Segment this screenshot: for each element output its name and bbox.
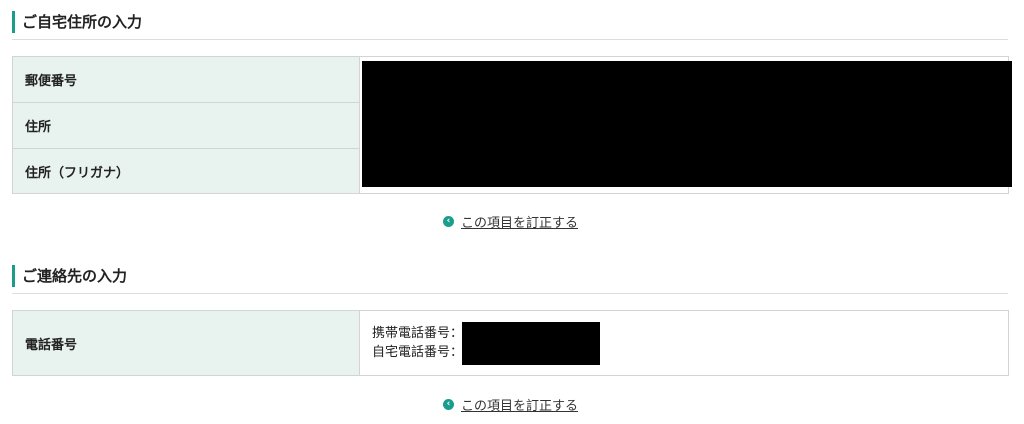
chevron-left-circle-icon: ‹ — [443, 399, 454, 410]
table-row: 電話番号 携帯電話番号： 自宅電話番号： — [12, 310, 1009, 376]
address-value-cell — [359, 56, 1012, 194]
address-correct-link-text[interactable]: この項目を訂正する — [461, 212, 578, 231]
address-section-heading: ご自宅住所の入力 — [12, 11, 1008, 40]
heading-accent-bar — [12, 11, 15, 33]
heading-accent-bar — [12, 265, 15, 287]
contact-section-heading: ご連絡先の入力 — [12, 265, 1008, 294]
contact-correct-link-text[interactable]: この項目を訂正する — [461, 395, 578, 414]
redacted-address-block — [362, 61, 1012, 187]
address-section-title: ご自宅住所の入力 — [22, 13, 143, 31]
address-label: 住所 — [12, 102, 360, 149]
chevron-left-circle-icon: ‹ — [443, 216, 454, 227]
contact-table: 電話番号 携帯電話番号： 自宅電話番号： — [12, 310, 1009, 376]
phone-number-label: 電話番号 — [12, 310, 360, 376]
table-row: 郵便番号 — [12, 56, 1012, 194]
contact-correct-link[interactable]: ‹ この項目を訂正する — [443, 395, 578, 414]
form-confirmation-page: ご自宅住所の入力 郵便番号 住所 住所（フリガナ） ‹ この項目を訂正する ご連… — [0, 0, 1024, 424]
address-kana-label: 住所（フリガナ） — [12, 148, 360, 194]
phone-value-cell: 携帯電話番号： 自宅電話番号： — [359, 310, 1009, 376]
redacted-phone-block — [462, 322, 600, 365]
home-phone-label: 自宅電話番号： — [372, 345, 464, 360]
address-correct-link[interactable]: ‹ この項目を訂正する — [443, 212, 578, 231]
mobile-phone-label: 携帯電話番号： — [372, 326, 464, 341]
postal-code-label: 郵便番号 — [12, 56, 360, 103]
address-table: 郵便番号 住所 住所（フリガナ） — [12, 56, 1012, 194]
contact-section-title: ご連絡先の入力 — [22, 267, 128, 285]
